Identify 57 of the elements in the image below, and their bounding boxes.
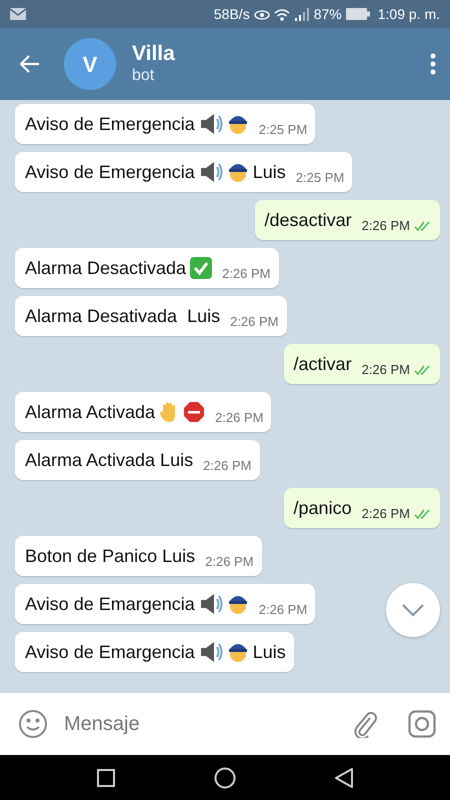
speaker-icon [198, 593, 223, 615]
message-time: 2:26 PM [203, 457, 252, 476]
eye-icon [254, 8, 270, 20]
message-text: Boton de Panico Luis [25, 544, 196, 568]
clock: 1:09 p. m. [378, 4, 440, 24]
message-text: Alarma Desactivada [25, 256, 186, 280]
camera-icon[interactable] [408, 710, 436, 738]
check-mark-icon [190, 257, 212, 279]
police-officer-icon [226, 161, 249, 183]
message-text: Aviso de Emargencia [25, 592, 195, 616]
message-text: /activar [294, 352, 352, 376]
paperclip-icon[interactable] [352, 710, 378, 738]
signal-icon [294, 8, 310, 20]
message-time: 2:25 PM [296, 169, 344, 188]
message-time: 2:26 PM [205, 553, 254, 572]
message-text: Alarma Desativada Luis [25, 304, 220, 328]
message-text: Alarma Activada [25, 400, 156, 424]
chevron-down-icon [401, 603, 425, 617]
chat-title[interactable]: Villa [132, 42, 175, 66]
message-time: 2:25 PM [258, 121, 308, 140]
message-time: 2:26 PM [258, 601, 308, 620]
message-time: 2:26 PM [215, 409, 264, 428]
chat-subtitle: bot [132, 66, 156, 86]
battery-icon [346, 8, 370, 20]
more-menu-button[interactable] [430, 52, 436, 76]
message-text: Alarma Activada Luis [25, 448, 194, 472]
home-icon[interactable] [214, 766, 236, 788]
message-text: Aviso de Emargencia [25, 640, 195, 664]
speaker-icon [198, 641, 223, 663]
message-input[interactable]: Mensaje [62, 708, 352, 740]
message-text: Aviso de Emergencia [25, 112, 195, 136]
wifi-icon [274, 8, 290, 20]
battery-percent: 87% [314, 4, 342, 24]
police-officer-icon [226, 113, 249, 135]
message-time: 2:26 PM [362, 361, 410, 380]
mail-icon [10, 8, 26, 20]
message-text: Luis [252, 160, 286, 184]
speaker-icon [198, 161, 223, 183]
police-officer-icon [226, 641, 249, 663]
avatar[interactable]: V [64, 38, 116, 90]
message-text: Aviso de Emergencia [25, 160, 195, 184]
message-time: 2:26 PM [222, 265, 270, 284]
network-speed: 58B/s [214, 4, 250, 24]
recent-apps-icon[interactable] [97, 768, 116, 786]
message-time: 2:26 PM [362, 217, 410, 236]
message-time: 2:26 PM [230, 313, 279, 332]
message-time: 2:26 PM [362, 505, 410, 524]
back-icon[interactable] [334, 768, 353, 788]
back-arrow-icon [20, 54, 40, 73]
message-text: Luis [252, 640, 286, 664]
more-icon [430, 52, 436, 75]
speaker-icon [198, 113, 223, 135]
message-text: /panico [294, 496, 352, 520]
message-text: /desactivar [264, 208, 352, 232]
police-officer-icon [226, 593, 249, 615]
stop-sign-icon [183, 401, 206, 423]
emoji-icon[interactable] [18, 709, 48, 739]
